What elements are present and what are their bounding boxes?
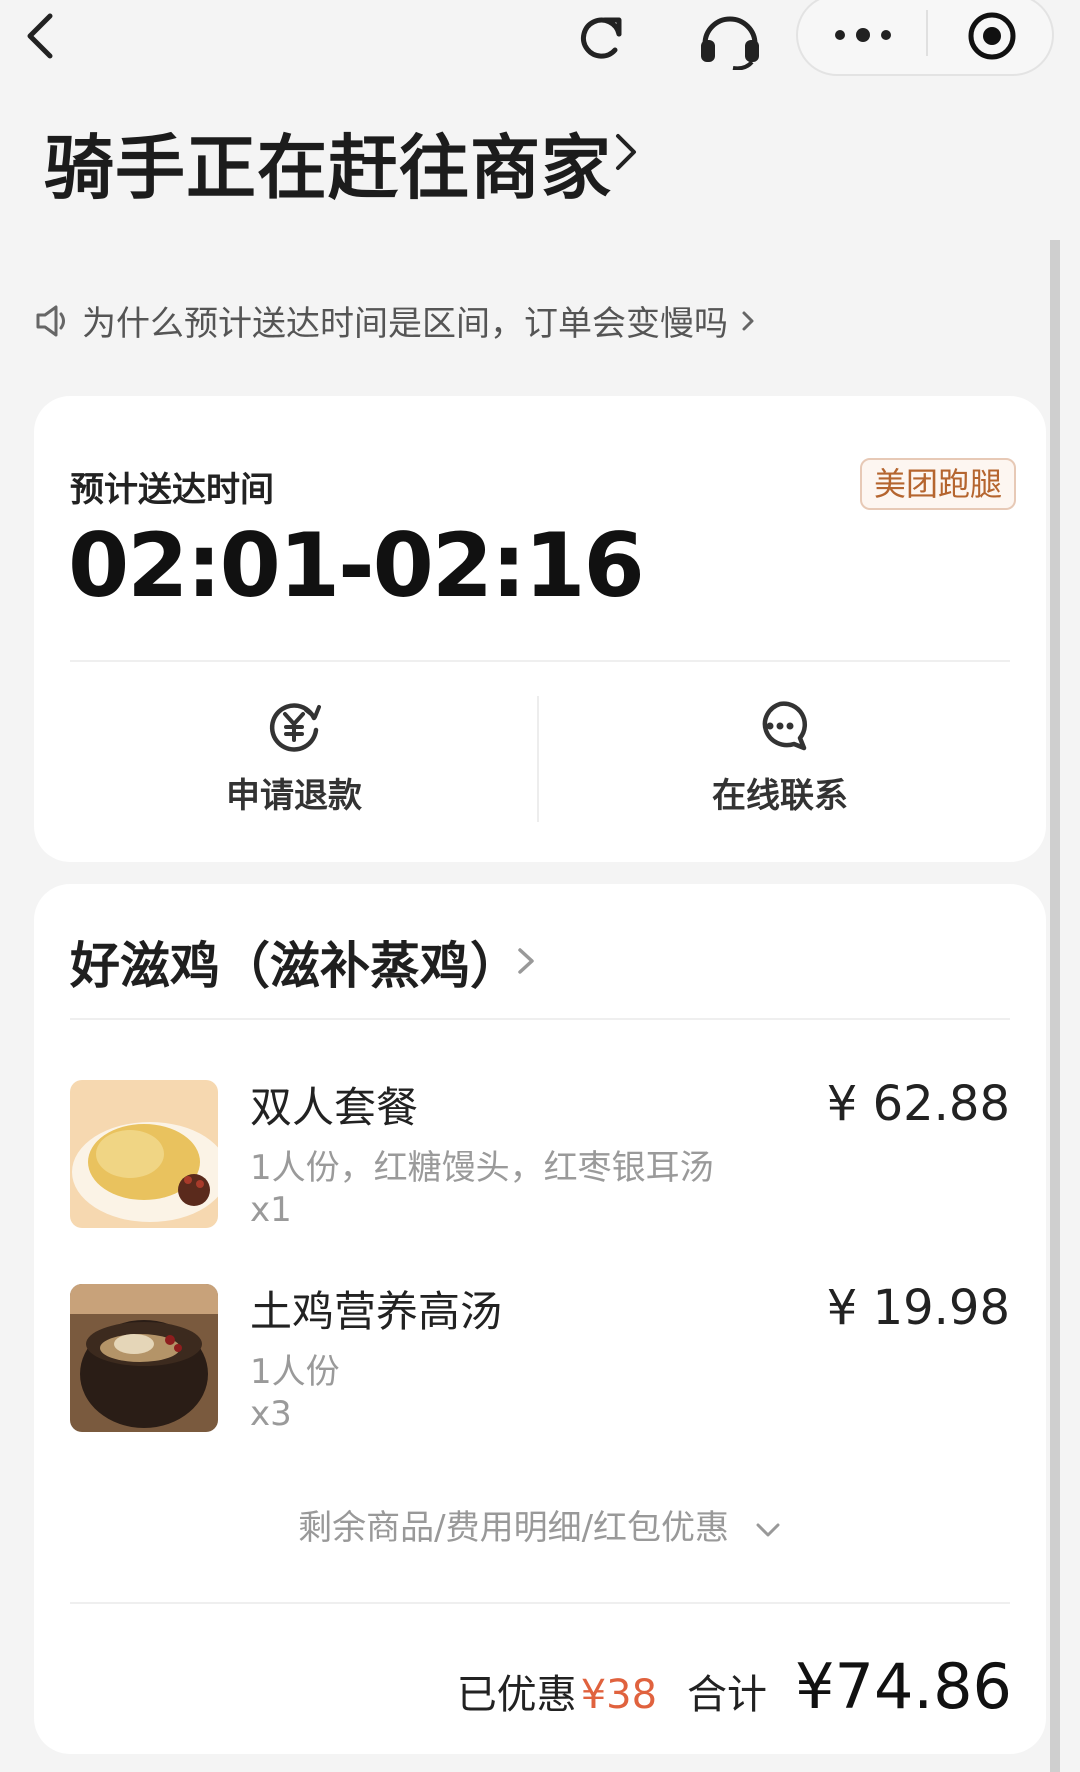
capsule-divider	[926, 10, 928, 56]
divider	[70, 1018, 1010, 1020]
scrollbar[interactable]	[1050, 240, 1060, 1772]
expand-details-link[interactable]: 剩余商品/费用明细/红包优惠	[34, 1500, 1046, 1549]
service-tag: 美团跑腿	[859, 458, 1016, 510]
eta-card: 预计送达时间 美团跑腿 02:01-02:16 申请退款 在线联系	[34, 396, 1046, 862]
discount-amount: ¥38	[580, 1672, 658, 1718]
eta-notice-link[interactable]: 为什么预计送达时间是区间，订单会变慢吗	[32, 296, 756, 345]
discount-label: 已优惠	[456, 1672, 577, 1718]
item-name: 土鸡营养高汤	[250, 1287, 503, 1336]
vertical-divider	[537, 696, 539, 822]
speaker-icon	[36, 305, 65, 336]
list-item[interactable]: 双人套餐 1人份，红糖馒头，红枣银耳汤 x1 ¥ 62.88	[70, 1076, 1010, 1230]
eta-time: 02:01-02:16	[68, 514, 645, 617]
order-status-title[interactable]: 骑手正在赶往商家	[44, 112, 612, 213]
divider	[70, 660, 1010, 662]
refund-label: 申请退款	[226, 776, 362, 816]
divider	[70, 1602, 1010, 1604]
refund-button[interactable]: 申请退款	[144, 696, 444, 817]
shop-name[interactable]: 好滋鸡（滋补蒸鸡）	[70, 926, 520, 998]
notice-text: 为什么预计送达时间是区间，订单会变慢吗	[82, 304, 728, 344]
item-name: 双人套餐	[250, 1083, 419, 1132]
list-item[interactable]: 土鸡营养高汤 1人份 x3 ¥ 19.98	[70, 1280, 1010, 1434]
refund-icon	[269, 703, 321, 752]
product-image	[70, 1284, 218, 1432]
more-icon[interactable]	[828, 12, 898, 58]
item-spec: 1人份，红糖馒头，红枣银耳汤	[250, 1148, 714, 1188]
headset-icon[interactable]	[695, 10, 765, 70]
eta-label: 预计送达时间	[70, 470, 274, 510]
online-contact-button[interactable]: 在线联系	[630, 696, 930, 817]
top-bar	[0, 0, 1080, 90]
back-icon[interactable]	[18, 10, 68, 60]
refresh-icon[interactable]	[575, 10, 631, 66]
item-price: ¥ 19.98	[826, 1280, 1010, 1336]
item-quantity: x1	[250, 1190, 292, 1230]
product-image	[70, 1080, 218, 1228]
chevron-right-icon[interactable]	[610, 130, 640, 174]
order-totals: 已优惠 ¥38 合计 ¥74.86	[457, 1650, 1012, 1723]
order-card: 好滋鸡（滋补蒸鸡） 双人套餐 1人份，红糖馒头，红枣银耳汤 x1 ¥ 62.88	[34, 884, 1046, 1754]
expand-details-label: 剩余商品/费用明细/红包优惠	[298, 1508, 730, 1548]
item-quantity: x3	[250, 1394, 292, 1434]
chevron-down-icon	[756, 1523, 780, 1536]
mini-program-capsule	[796, 0, 1054, 76]
total-label: 合计	[687, 1672, 768, 1718]
chat-icon	[762, 701, 808, 751]
item-spec: 1人份	[250, 1352, 340, 1392]
total-amount: ¥74.86	[795, 1650, 1012, 1723]
chevron-right-icon[interactable]	[516, 944, 536, 978]
close-mini-program-icon[interactable]	[966, 10, 1018, 62]
online-contact-label: 在线联系	[712, 776, 848, 816]
item-price: ¥ 62.88	[826, 1076, 1010, 1132]
chevron-right-icon	[742, 311, 754, 330]
